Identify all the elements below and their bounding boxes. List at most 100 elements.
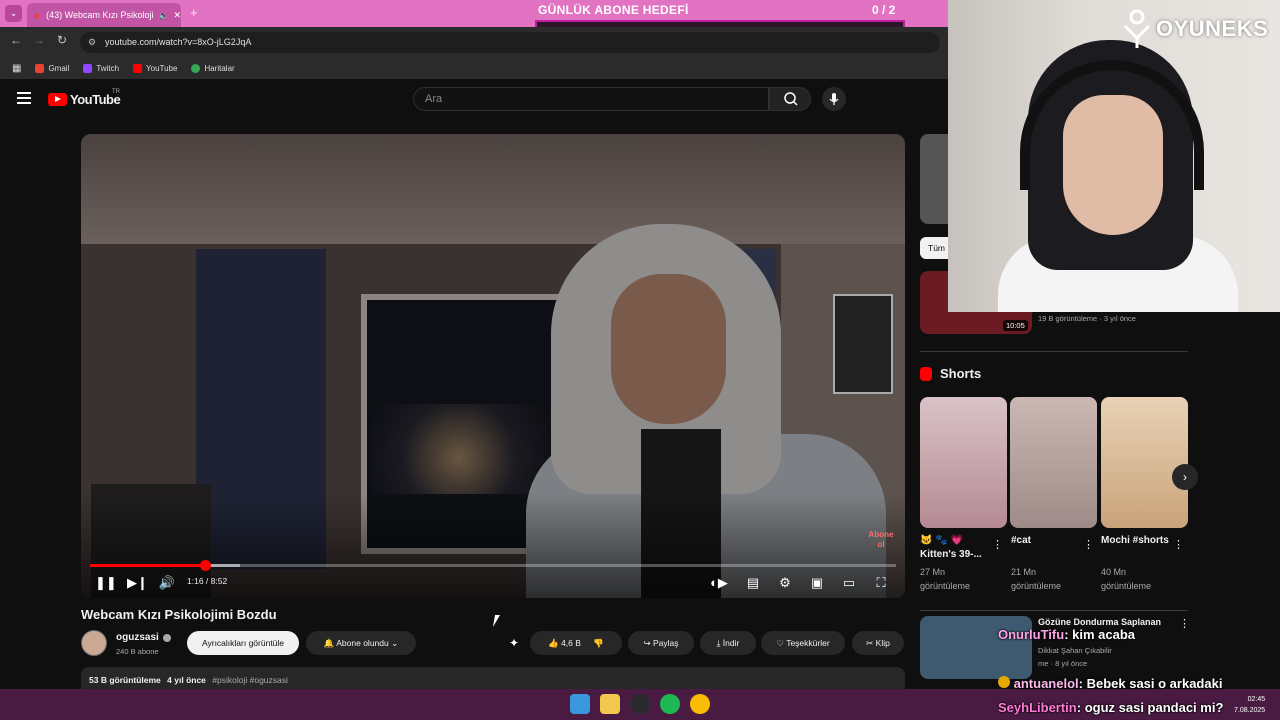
youtube-favicon-icon: ▶ <box>35 10 42 20</box>
verified-check-icon <box>162 633 171 642</box>
subscriber-count: 240 B abone <box>116 647 159 656</box>
bookmark-maps[interactable]: Haritalar <box>191 63 235 73</box>
subtitles-icon[interactable]: ▤ <box>744 574 762 592</box>
share-button[interactable]: ↪ Paylaş <box>628 631 694 655</box>
short-thumbnail[interactable] <box>1101 397 1188 528</box>
short-thumbnail[interactable] <box>1010 397 1097 528</box>
bookmark-twitch[interactable]: Twitch <box>83 63 119 73</box>
file-explorer-icon[interactable] <box>600 694 620 714</box>
short-views: 27 Mn görüntüleme <box>920 567 971 591</box>
recommended-title[interactable]: Gözüne Dondurma Saplanan <box>1038 617 1178 627</box>
clip-button[interactable]: ✂ Klip <box>852 631 904 655</box>
progress-scrubber[interactable] <box>200 560 211 571</box>
chat-username: SeyhLibertin <box>998 700 1077 715</box>
view-count: 53 B görüntüleme <box>89 675 161 685</box>
chrome-icon[interactable] <box>690 694 710 714</box>
chat-text: : Bebek sasi o arkadaki <box>1078 676 1223 691</box>
chevron-right-icon[interactable]: › <box>1172 464 1198 490</box>
short-title[interactable]: #cat <box>1011 534 1081 548</box>
dislike-button[interactable]: 👎 <box>593 638 604 648</box>
reload-icon[interactable]: ↻ <box>57 33 67 47</box>
volume-icon[interactable]: 🔊 <box>158 574 176 592</box>
video-duration: 10:05 <box>1003 320 1028 331</box>
recommended-channel[interactable]: Dikkat Şahan Çıkabilir <box>1038 646 1112 655</box>
short-views: 21 Mn görüntüleme <box>1011 567 1062 591</box>
more-vert-icon[interactable]: ⋮ <box>1083 538 1094 551</box>
download-button[interactable]: ⤓ İndir <box>700 631 756 655</box>
address-bar[interactable]: ⚙ youtube.com/watch?v=8xO-jLG2JqA <box>80 32 940 53</box>
thumbs-up-icon: 👍 <box>548 638 559 648</box>
channel-avatar[interactable] <box>81 630 107 656</box>
share-arrow-icon: ↪ <box>643 638 651 648</box>
scissors-icon: ✂ <box>866 638 874 648</box>
hamburger-menu-icon[interactable] <box>17 92 31 104</box>
recommended-thumbnail[interactable] <box>920 616 1032 679</box>
settings-gear-icon[interactable]: ⚙ <box>776 574 794 592</box>
hashtags[interactable]: #psikoloji #oguzsasi <box>212 675 288 685</box>
clock-time: 02:45 <box>1247 696 1266 703</box>
view-perks-button[interactable]: Ayrıcalıkları görüntüle <box>187 631 299 655</box>
more-vert-icon[interactable]: ⋮ <box>1179 617 1190 630</box>
more-vert-icon[interactable]: ⋮ <box>992 538 1003 551</box>
divider <box>920 351 1188 352</box>
site-info-icon[interactable]: ⚙ <box>88 32 96 53</box>
channel-name[interactable]: oguzsasi <box>116 632 171 643</box>
apps-grid-icon[interactable]: ▦ <box>12 63 21 74</box>
chat-message: SeyhLibertin: oguz sasi pandaci mi? <box>998 700 1223 715</box>
recommended-thumbnail[interactable] <box>920 134 948 224</box>
speaker-icon[interactable]: 🔈 <box>159 11 169 20</box>
chevron-down-icon: ⌄ <box>391 638 399 648</box>
bell-icon: 🔔 <box>323 638 335 648</box>
back-icon[interactable]: ← <box>10 33 22 47</box>
mouse-cursor-icon <box>492 615 501 627</box>
search-input[interactable]: Ara <box>413 87 769 111</box>
brand-mark-icon <box>1123 9 1151 48</box>
more-vert-icon[interactable]: ⋮ <box>1173 538 1184 551</box>
voice-search-button[interactable] <box>822 87 846 111</box>
next-icon[interactable]: ▶❙ <box>127 574 148 592</box>
bookmark-gmail[interactable]: Gmail <box>35 63 69 73</box>
thumbs-down-icon: 👎 <box>593 638 604 648</box>
region-code: TR <box>112 89 120 95</box>
stream-brand-logo: OYUNEKS <box>1122 8 1268 50</box>
short-title[interactable]: 🐱 🐾 💗 Kitten's 39-... <box>920 534 990 562</box>
forward-icon[interactable]: → <box>33 33 45 47</box>
video-meta: 19 B görüntüleme · 3 yıl önce <box>1038 314 1136 323</box>
upload-age: 4 yıl önce <box>167 675 206 685</box>
chat-message: antuanelol: Bebek sasi o arkadaki <box>998 676 1222 691</box>
browser-tab[interactable]: ▶ (43) Webcam Kızı Psikoloji 🔈 ✕ <box>27 3 181 27</box>
thanks-button[interactable]: ♡ Teşekkürler <box>761 631 845 655</box>
like-button[interactable]: 👍 4,6 B <box>548 638 581 648</box>
clock-date: 7.08.2025 <box>1234 707 1266 714</box>
autoplay-toggle-icon[interactable]: ◐▶ <box>707 574 731 592</box>
subscriber-goal-count: 0 / 2 <box>872 3 896 17</box>
chat-username: OnurluTifu <box>998 627 1065 642</box>
spotify-icon[interactable] <box>660 694 680 714</box>
windows-start-icon[interactable] <box>570 694 590 714</box>
close-tab-icon[interactable]: ✕ <box>174 10 182 21</box>
short-title[interactable]: Mochi #shorts <box>1101 534 1171 548</box>
tab-search-button[interactable]: ⌄ <box>5 5 22 22</box>
short-views: 40 Mn görüntüleme <box>1101 567 1152 591</box>
pause-icon[interactable]: ❚❚ <box>95 574 117 592</box>
progress-fill <box>90 564 205 567</box>
miniplayer-icon[interactable]: ▣ <box>808 574 826 592</box>
youtube-logo[interactable]: YouTube <box>48 92 121 107</box>
bookmark-youtube[interactable]: YouTube <box>133 63 177 73</box>
video-player[interactable]: Abone ol ❚❚ ▶❙ 🔊 1:16 / 8:52 ◐▶ ▤ ⚙ ▣ ▭ … <box>81 134 905 598</box>
fullscreen-icon[interactable]: ⛶ <box>872 574 890 592</box>
chat-username: antuanelol <box>1013 676 1079 691</box>
obs-icon[interactable] <box>630 694 650 714</box>
short-thumbnail[interactable] <box>920 397 1007 528</box>
ai-sparkle-icon[interactable]: ✦ <box>509 636 519 650</box>
chat-text: : oguz sasi pandaci mi? <box>1076 700 1224 715</box>
microphone-icon <box>829 93 839 105</box>
system-clock[interactable]: 02:45 7.08.2025 <box>1234 694 1265 716</box>
subscribe-watermark[interactable]: Abone ol <box>867 530 895 558</box>
theater-mode-icon[interactable]: ▭ <box>840 574 858 592</box>
time-display: 1:16 / 8:52 <box>187 576 228 586</box>
new-tab-icon[interactable]: + <box>190 5 198 20</box>
subscribed-button[interactable]: 🔔 Abone olundu ⌄ <box>306 631 416 655</box>
search-button[interactable] <box>769 87 811 111</box>
chip-all[interactable]: Tüm <box>920 237 948 259</box>
